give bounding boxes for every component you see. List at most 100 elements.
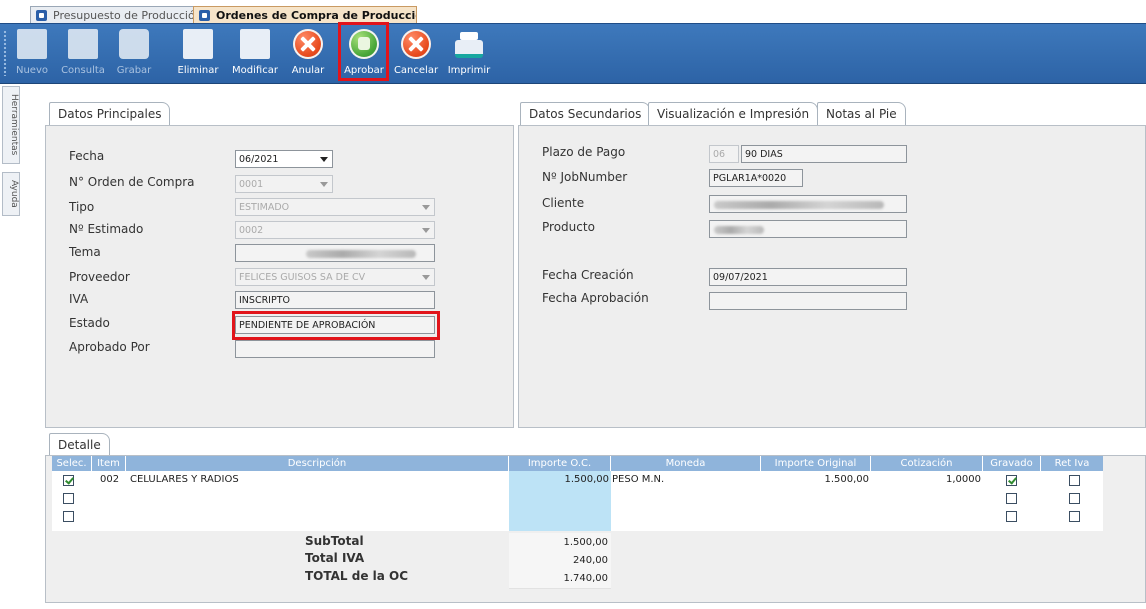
ret-iva-checkbox[interactable]: [1069, 493, 1080, 504]
eliminar-button[interactable]: Eliminar: [176, 26, 220, 80]
subtotal-label: SubTotal: [305, 534, 364, 548]
iva-label: IVA: [69, 292, 89, 306]
row-select-checkbox[interactable]: [63, 493, 74, 504]
cancel-x-icon: [293, 29, 323, 59]
plazo-code-value: 06: [713, 149, 726, 160]
tipo-select[interactable]: ESTIMADO: [235, 198, 435, 216]
new-document-icon: [17, 29, 47, 59]
tab-detalle[interactable]: Detalle: [49, 433, 110, 456]
importe-original-cell: 1.500,00: [824, 474, 869, 485]
table-row[interactable]: 002 CELULARES Y RADIOS 1.500,00 PESO M.N…: [52, 471, 1103, 489]
tema-label: Tema: [69, 245, 101, 259]
col-header-ret-iva[interactable]: Ret Iva: [1041, 456, 1103, 471]
iva-field[interactable]: INSCRIPTO: [235, 291, 435, 309]
tab-visualizacion[interactable]: Visualización e Impresión: [648, 102, 819, 125]
gravado-checkbox[interactable]: [1006, 511, 1017, 522]
imprimir-button[interactable]: Imprimir: [446, 26, 492, 80]
imprimir-label: Imprimir: [447, 65, 491, 76]
chevron-down-icon: [320, 157, 328, 162]
toolbar-grip[interactable]: [3, 30, 7, 76]
side-tab-label: Ayuda: [9, 180, 19, 208]
fecha-label: Fecha: [69, 149, 105, 163]
toolbar: Nuevo Consulta Grabar Eliminar Modificar…: [0, 23, 1146, 84]
tab-label: Datos Secundarios: [529, 107, 642, 121]
row-select-checkbox[interactable]: [63, 511, 74, 522]
fecha-select[interactable]: 06/2021: [235, 150, 333, 168]
moneda-cell: PESO M.N.: [612, 474, 665, 485]
proveedor-select[interactable]: FELICES GUISOS SA DE CV: [235, 268, 435, 286]
total-iva-value: 240,00: [509, 551, 611, 571]
plazo-label: Plazo de Pago: [542, 145, 626, 159]
anular-button[interactable]: Anular: [290, 26, 326, 80]
orden-select[interactable]: 0001: [235, 175, 333, 193]
proveedor-label: Proveedor: [69, 270, 130, 284]
aprobado-label: Aprobado Por: [69, 340, 150, 354]
redacted-text: [306, 250, 416, 258]
producto-field[interactable]: [709, 220, 907, 238]
iva-value: INSCRIPTO: [239, 295, 290, 306]
fecha-aprobacion-label: Fecha Aprobación: [542, 291, 649, 305]
doc-tab-presupuesto[interactable]: Presupuesto de Producción: [30, 6, 220, 24]
total-oc-label: TOTAL de la OC: [305, 569, 409, 583]
cliente-field[interactable]: [709, 195, 907, 213]
col-header-cotizacion[interactable]: Cotización: [871, 456, 983, 471]
item-cell: 002: [100, 474, 120, 485]
col-header-moneda[interactable]: Moneda: [611, 456, 761, 471]
plazo-code-field[interactable]: 06: [709, 145, 739, 163]
estimado-value: 0002: [239, 225, 264, 236]
side-tab-ayuda[interactable]: Ayuda: [2, 172, 20, 216]
save-icon: [119, 29, 149, 59]
anular-label: Anular: [291, 65, 325, 76]
nuevo-button[interactable]: Nuevo: [14, 26, 50, 80]
row-select-checkbox[interactable]: [63, 475, 74, 486]
estimado-select[interactable]: 0002: [235, 221, 435, 239]
table-row[interactable]: [52, 489, 1103, 507]
descripcion-cell: CELULARES Y RADIOS: [130, 474, 239, 485]
consulta-button[interactable]: Consulta: [60, 26, 106, 80]
job-field[interactable]: PGLAR1A*0020: [709, 169, 803, 187]
aprobado-field[interactable]: [235, 340, 435, 358]
cancel-x-icon: [401, 29, 431, 59]
fecha-aprobacion-field[interactable]: [709, 292, 907, 310]
cancelar-label: Cancelar: [393, 65, 439, 76]
query-document-icon: [68, 29, 98, 59]
total-iva-label: Total IVA: [305, 551, 365, 565]
ret-iva-checkbox[interactable]: [1069, 511, 1080, 522]
tab-label: Visualización e Impresión: [657, 107, 810, 121]
col-header-importe-original[interactable]: Importe Original: [761, 456, 871, 471]
eliminar-label: Eliminar: [177, 65, 219, 76]
producto-label: Producto: [542, 220, 595, 234]
approve-highlight-box: [338, 22, 389, 81]
estimado-label: Nº Estimado: [69, 222, 144, 236]
orden-value: 0001: [239, 179, 264, 190]
tab-datos-secundarios[interactable]: Datos Secundarios: [520, 102, 651, 125]
tab-label: Notas al Pie: [826, 107, 897, 121]
gravado-checkbox[interactable]: [1006, 475, 1017, 486]
cancelar-button[interactable]: Cancelar: [393, 26, 439, 80]
subtotal-value: 1.500,00: [509, 533, 611, 553]
col-header-importe[interactable]: Importe O.C.: [509, 456, 611, 471]
table-row[interactable]: [52, 507, 1103, 525]
estado-highlight-box: [232, 311, 440, 340]
tab-notas[interactable]: Notas al Pie: [817, 102, 906, 125]
col-header-selec[interactable]: Selec.: [52, 456, 92, 471]
ret-iva-checkbox[interactable]: [1069, 475, 1080, 486]
redacted-text: [714, 201, 884, 209]
proveedor-value: FELICES GUISOS SA DE CV: [239, 272, 366, 283]
grabar-button[interactable]: Grabar: [116, 26, 152, 80]
job-value: PGLAR1A*0020: [713, 173, 787, 184]
gravado-checkbox[interactable]: [1006, 493, 1017, 504]
orden-label: N° Orden de Compra: [69, 175, 195, 189]
modificar-button[interactable]: Modificar: [228, 26, 282, 80]
tab-datos-principales[interactable]: Datos Principales: [49, 102, 171, 125]
col-header-gravado[interactable]: Gravado: [983, 456, 1041, 471]
tema-field[interactable]: [235, 244, 435, 262]
fecha-creacion-value: 09/07/2021: [713, 272, 768, 283]
side-tab-herramientas[interactable]: Herramientas: [2, 86, 20, 164]
fecha-creacion-field[interactable]: 09/07/2021: [709, 268, 907, 286]
cotizacion-cell: 1,0000: [946, 474, 981, 485]
col-header-descripcion[interactable]: Descripción: [126, 456, 509, 471]
plazo-field[interactable]: 90 DIAS: [741, 145, 907, 163]
col-header-item[interactable]: Item: [92, 456, 126, 471]
importe-cell: 1.500,00: [564, 474, 609, 485]
